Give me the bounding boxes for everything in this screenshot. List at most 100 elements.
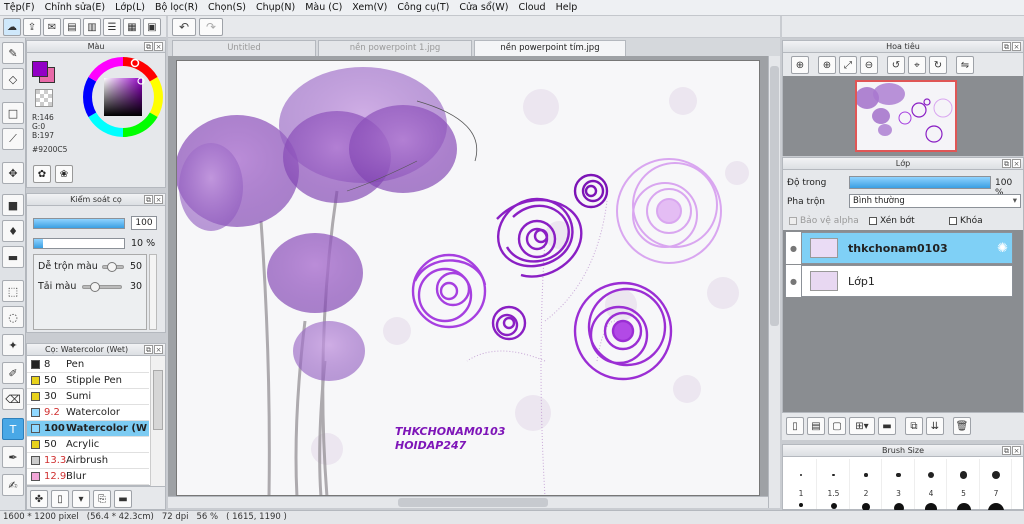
- brush-tool-icon[interactable]: ✎: [2, 42, 24, 64]
- close-icon[interactable]: ×: [154, 42, 163, 51]
- float-icon[interactable]: ⧉: [144, 345, 153, 354]
- brush-folder-icon[interactable]: ▬: [114, 490, 132, 508]
- flip-icon[interactable]: ⇋: [956, 56, 974, 74]
- redo-icon[interactable]: ↷: [199, 18, 223, 36]
- clipping-checkbox[interactable]: Xén bớt: [869, 216, 915, 226]
- menu-help[interactable]: Help: [556, 2, 578, 13]
- navigator-thumbnail[interactable]: [855, 80, 957, 152]
- hand-tool-icon[interactable]: ✍: [2, 474, 24, 496]
- float-icon[interactable]: ⧉: [144, 195, 153, 204]
- message-icon[interactable]: ▤: [63, 18, 81, 36]
- float-icon[interactable]: ⧉: [1002, 42, 1011, 51]
- add-layer-dropdown-icon[interactable]: ⊞▾: [849, 417, 875, 435]
- new-layer-icon[interactable]: ▯: [786, 417, 804, 435]
- brush-item[interactable]: 12.9 Blur: [27, 469, 149, 485]
- float-icon[interactable]: ⧉: [1002, 159, 1011, 168]
- visibility-icon[interactable]: ●: [786, 265, 802, 297]
- select-pen-tool-icon[interactable]: ✐: [2, 362, 24, 384]
- layer-row-thkchonam0103[interactable]: ● thkchonam0103 ✺: [785, 232, 1013, 264]
- color-mix-icon[interactable]: ❀: [55, 165, 73, 183]
- primary-color-swatch[interactable]: [32, 61, 48, 77]
- layout-icon[interactable]: ▣: [143, 18, 161, 36]
- brush-size-cell[interactable]: 7: [980, 459, 1012, 519]
- load-knob[interactable]: [90, 282, 100, 292]
- brush-list-scroll-thumb[interactable]: [153, 370, 163, 430]
- layer-opacity-bar[interactable]: [849, 176, 991, 189]
- rotate-reset-icon[interactable]: ⌖: [908, 56, 926, 74]
- float-icon[interactable]: ⧉: [144, 42, 153, 51]
- navigator-view[interactable]: [783, 76, 1023, 156]
- zoom-out-icon[interactable]: ⊖: [860, 56, 878, 74]
- rotate-right-icon[interactable]: ↻: [929, 56, 947, 74]
- menu-capture[interactable]: Chụp(N): [256, 2, 295, 13]
- brush-item[interactable]: 50 Stipple Pen: [27, 373, 149, 389]
- new-1bit-layer-icon[interactable]: ▢: [828, 417, 846, 435]
- lock-checkbox[interactable]: Khóa: [949, 216, 983, 226]
- menu-view[interactable]: Xem(V): [352, 2, 387, 13]
- brush-size-cell[interactable]: 3: [883, 459, 915, 513]
- copy-brush-icon[interactable]: ⎘: [93, 490, 111, 508]
- tab-nen-powerpoint-tim[interactable]: nền powerpoint tím.jpg: [474, 40, 626, 56]
- undo-icon[interactable]: ↶: [172, 18, 196, 36]
- brush-size-cell[interactable]: 2: [850, 459, 882, 511]
- brush-item[interactable]: 13.3 Airbrush: [27, 453, 149, 469]
- list-icon[interactable]: ☰: [103, 18, 121, 36]
- select-rect-tool-icon[interactable]: ⬚: [2, 280, 24, 302]
- zoom-in-icon[interactable]: ⊕: [818, 56, 836, 74]
- close-icon[interactable]: ×: [1012, 446, 1021, 455]
- new-vector-layer-icon[interactable]: ▤: [807, 417, 825, 435]
- menu-edit[interactable]: Chỉnh sửa(E): [45, 2, 106, 13]
- menu-window[interactable]: Cửa sổ(W): [459, 2, 508, 13]
- load-slider[interactable]: [82, 285, 122, 289]
- brush-item[interactable]: 30 Sumi: [27, 389, 149, 405]
- brush-item[interactable]: 9.2 Watercolor: [27, 405, 149, 421]
- brush-options-scrollbar[interactable]: [149, 254, 157, 330]
- bucket-tool-icon[interactable]: ♦: [2, 220, 24, 242]
- move-tool-icon[interactable]: ✥: [2, 162, 24, 184]
- canvas-horizontal-scrollbar[interactable]: [168, 496, 768, 508]
- chat-icon[interactable]: ✉: [43, 18, 61, 36]
- vertical-scroll-thumb[interactable]: [770, 66, 779, 326]
- gradient-tool-icon[interactable]: ▬: [2, 246, 24, 268]
- line-tool-icon[interactable]: ⟋: [2, 128, 24, 150]
- brush-item[interactable]: 50 Acrylic: [27, 437, 149, 453]
- blend-mode-select[interactable]: Bình thường ▾: [849, 194, 1021, 208]
- lasso-tool-icon[interactable]: ◌: [2, 306, 24, 328]
- protect-alpha-checkbox[interactable]: Bảo vệ alpha: [789, 216, 859, 226]
- tab-untitled[interactable]: Untitled: [172, 40, 316, 56]
- layer-row-lop1[interactable]: ● Lớp1: [785, 265, 1013, 297]
- rotate-left-icon[interactable]: ↺: [887, 56, 905, 74]
- color-wheel[interactable]: [83, 57, 163, 137]
- export-icon[interactable]: ⇪: [23, 18, 41, 36]
- fill-rect-tool-icon[interactable]: ■: [2, 194, 24, 216]
- brush-opacity-bar[interactable]: [33, 238, 125, 249]
- select-eraser-tool-icon[interactable]: ⌫: [2, 388, 24, 410]
- float-icon[interactable]: ⧉: [1002, 446, 1011, 455]
- close-icon[interactable]: ×: [1012, 159, 1021, 168]
- zoom-fit-icon[interactable]: ⊕: [791, 56, 809, 74]
- visibility-icon[interactable]: ●: [786, 232, 802, 264]
- brush-size-value[interactable]: 100: [131, 216, 157, 230]
- menu-color[interactable]: Màu (C): [305, 2, 342, 13]
- eraser-tool-icon[interactable]: ◇: [2, 68, 24, 90]
- brush-size-cell[interactable]: 1: [785, 459, 817, 509]
- close-icon[interactable]: ×: [154, 345, 163, 354]
- eyedropper-tool-icon[interactable]: ✒: [2, 446, 24, 468]
- palette-icon[interactable]: ✿: [33, 165, 51, 183]
- panel-icon[interactable]: ▥: [83, 18, 101, 36]
- menu-cloud[interactable]: Cloud: [518, 2, 545, 13]
- close-icon[interactable]: ×: [154, 195, 163, 204]
- brush-settings-icon[interactable]: ✤: [30, 490, 48, 508]
- menu-select[interactable]: Chọn(S): [208, 2, 246, 13]
- delete-layer-icon[interactable]: 🗑: [953, 417, 971, 435]
- magic-wand-tool-icon[interactable]: ✦: [2, 334, 24, 356]
- canvas-vertical-scrollbar[interactable]: [768, 56, 780, 508]
- brush-item[interactable]: 8 Pen: [27, 357, 149, 373]
- menu-filter[interactable]: Bộ lọc(R): [155, 2, 198, 13]
- grid-icon[interactable]: ▦: [123, 18, 141, 36]
- horizontal-scroll-thumb[interactable]: [398, 498, 548, 507]
- menu-layer[interactable]: Lớp(L): [115, 2, 145, 13]
- tab-nen-powerpoint-1[interactable]: nền powerpoint 1.jpg: [318, 40, 472, 56]
- blend-knob[interactable]: [107, 262, 117, 272]
- menu-file[interactable]: Tệp(F): [4, 2, 35, 13]
